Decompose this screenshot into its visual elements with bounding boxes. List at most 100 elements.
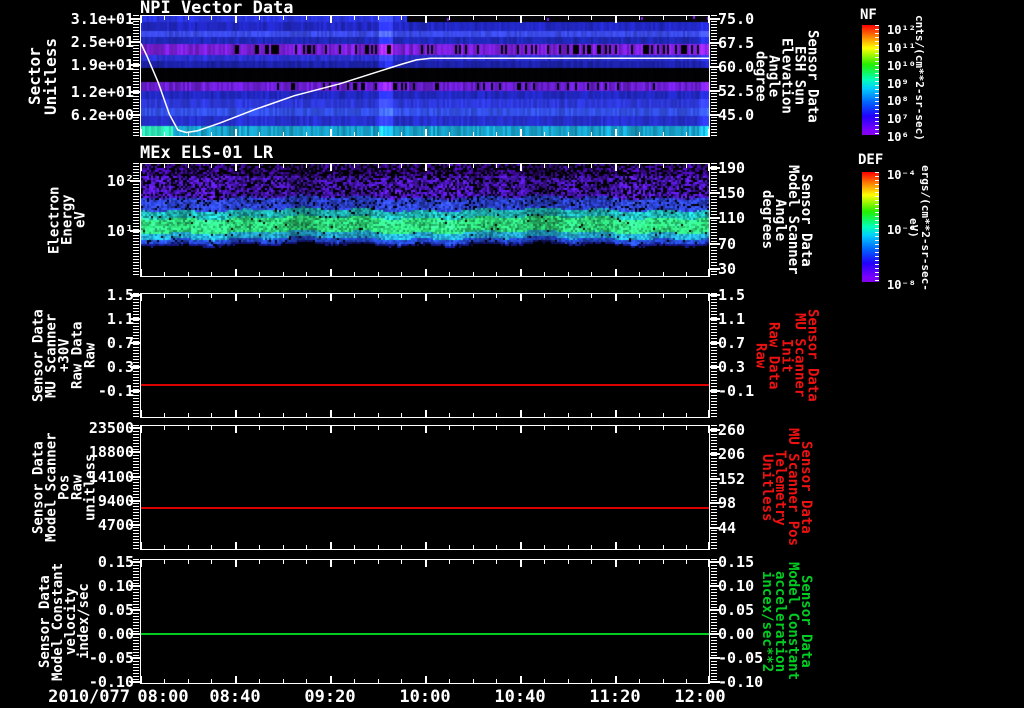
- x-tick: [591, 294, 592, 298]
- x-tick: [473, 679, 474, 683]
- y-minor-ticks-right: [711, 163, 717, 277]
- x-tick: [520, 269, 522, 276]
- x-tick: [544, 426, 545, 430]
- x-tick: [330, 269, 332, 276]
- x-tick: [354, 560, 355, 564]
- x-tick: [259, 545, 260, 549]
- x-tick: [211, 560, 212, 564]
- x-tick: [188, 272, 189, 276]
- y-tick-label: 2.5e+01: [70, 33, 134, 52]
- x-tick: [354, 545, 355, 549]
- x-tick: [568, 560, 569, 564]
- x-tick: [663, 272, 664, 276]
- x-tick: [283, 164, 284, 168]
- data-line-velocity: [141, 633, 709, 635]
- x-tick: [330, 542, 332, 549]
- x-tick: [378, 560, 379, 564]
- x-tick: [544, 132, 545, 136]
- x-tick: [449, 679, 450, 683]
- x-tick: [378, 545, 379, 549]
- x-tick: [663, 132, 664, 136]
- x-tick: [473, 164, 474, 168]
- panel-mu-scanner-30v: [140, 293, 710, 418]
- x-tick: [520, 410, 522, 417]
- x-tick: [496, 426, 497, 430]
- y-tick-label: 206: [718, 445, 746, 464]
- x-tick: [306, 426, 307, 430]
- x-tick: [568, 132, 569, 136]
- x-tick: [708, 129, 710, 136]
- y-tick-label: 1.9e+01: [70, 56, 134, 75]
- x-tick: [211, 132, 212, 136]
- x-tick: [425, 269, 427, 276]
- x-tick: [708, 542, 710, 549]
- x-tick: [473, 294, 474, 298]
- y-tick-label: 152: [718, 469, 746, 488]
- x-tick: [686, 16, 687, 20]
- x-tick-label: 10:40: [494, 687, 546, 707]
- x-tick: [615, 410, 617, 417]
- x-tick: [520, 294, 522, 301]
- x-tick: [235, 542, 237, 549]
- x-tick: [639, 272, 640, 276]
- y-tick-label: 45.0: [718, 105, 755, 124]
- x-tick: [283, 294, 284, 298]
- x-tick: [591, 132, 592, 136]
- data-line-raw: [141, 383, 709, 386]
- x-tick: [639, 679, 640, 683]
- x-tick: [211, 16, 212, 20]
- x-tick: [473, 413, 474, 417]
- x-tick: [568, 679, 569, 683]
- x-tick: [401, 132, 402, 136]
- x-tick: [425, 676, 427, 683]
- x-tick: [520, 676, 522, 683]
- y-tick-label: 0.10: [97, 577, 134, 595]
- x-tick: [591, 16, 592, 20]
- x-tick: [591, 679, 592, 683]
- colorbar-tick-label: 10⁻⁶: [887, 223, 916, 237]
- x-tick: [306, 132, 307, 136]
- y-tick-label: 75.0: [718, 9, 755, 28]
- x-tick: [378, 294, 379, 298]
- colorbar-tick-label: 10⁸: [887, 94, 909, 109]
- colorbar-tick-label: 10¹⁰: [887, 58, 916, 73]
- x-tick: [188, 413, 189, 417]
- x-tick: [520, 542, 522, 549]
- x-tick: [496, 272, 497, 276]
- y-tick-label: 1.5: [106, 285, 134, 304]
- x-tick: [330, 16, 332, 23]
- y-tick-label: 0.00: [97, 625, 134, 643]
- x-tick: [639, 413, 640, 417]
- x-tick: [663, 560, 664, 564]
- x-tick: [306, 545, 307, 549]
- x-tick: [449, 545, 450, 549]
- x-tick: [140, 542, 142, 549]
- y-tick-label: 0.05: [97, 601, 134, 619]
- x-tick: [401, 426, 402, 430]
- x-tick: [639, 560, 640, 564]
- x-tick: [330, 129, 332, 136]
- x-tick: [401, 545, 402, 549]
- x-tick: [211, 413, 212, 417]
- x-tick: [235, 129, 237, 136]
- x-tick: [520, 129, 522, 136]
- x-tick: [140, 16, 142, 23]
- x-tick: [686, 272, 687, 276]
- x-tick: [639, 164, 640, 168]
- x-tick: [686, 679, 687, 683]
- x-tick: [330, 164, 332, 171]
- y-tick-label: 1.1: [106, 309, 134, 328]
- x-tick: [496, 16, 497, 20]
- x-tick: [639, 16, 640, 20]
- x-tick: [591, 164, 592, 168]
- x-tick: [164, 132, 165, 136]
- y-tick-label: 98: [718, 494, 737, 513]
- x-tick: [639, 545, 640, 549]
- x-tick: [140, 164, 142, 171]
- x-tick: [259, 272, 260, 276]
- x-tick: [283, 545, 284, 549]
- x-tick: [496, 560, 497, 564]
- x-tick: [306, 164, 307, 168]
- x-tick: [425, 164, 427, 171]
- x-tick: [568, 545, 569, 549]
